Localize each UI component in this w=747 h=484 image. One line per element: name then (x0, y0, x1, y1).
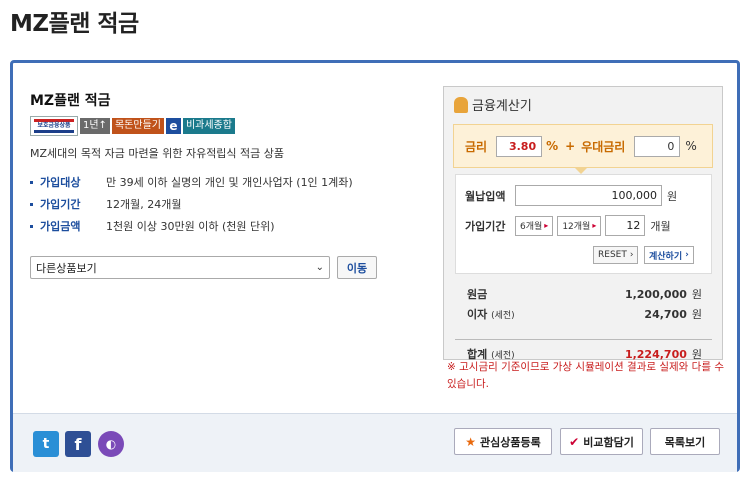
product-card: MZ플랜 적금 보호금융상품 1년↑ 목돈만들기 e 비과세종합 MZ세대의 목… (10, 60, 740, 472)
reset-button[interactable]: RESET › (593, 246, 639, 264)
type-tag: 목돈만들기 (111, 118, 164, 134)
interest-row: 이자 (세전) 24,700 원 (467, 308, 702, 321)
add-compare-button[interactable]: ✔ 비교함담기 (560, 428, 643, 455)
period-row: 가입기간 6개월 ▸ 12개월 ▸ 12 개월 (465, 215, 671, 236)
divider (455, 339, 712, 340)
facebook-icon[interactable]: f (65, 431, 91, 457)
page-title: MZ플랜 적금 (10, 11, 139, 37)
tax-tag: 비과세종합 (182, 118, 235, 134)
deposit-protection-badge: 보호금융상품 (30, 116, 78, 136)
other-products-row: 다른상품보기 ⌄ 이동 (30, 256, 377, 279)
info-item: 가입기간 12개월, 24개월 (30, 193, 353, 215)
info-item: 가입대상 만 39세 이하 실명의 개인 및 개인사업자 (1인 1계좌) (30, 171, 353, 193)
info-item: 가입금액 1천원 이상 30만원 이하 (천원 단위) (30, 215, 353, 237)
go-button[interactable]: 이동 (337, 256, 377, 279)
twitter-icon[interactable]: t (33, 431, 59, 457)
check-icon: ✔ (569, 434, 580, 449)
principal-row: 원금 1,200,000 원 (467, 288, 702, 301)
rate-label: 금리 (465, 139, 488, 154)
twelve-months-button[interactable]: 12개월 ▸ (557, 215, 602, 236)
kakaostory-icon[interactable]: ◐ (98, 431, 124, 457)
calculator-title: 금융계산기 (454, 95, 532, 114)
months-input[interactable]: 12 (605, 215, 646, 236)
star-icon: ★ (465, 434, 477, 449)
rate-input[interactable]: 3.80 (496, 135, 543, 157)
monthly-amount-input[interactable]: 100,000 (515, 185, 662, 206)
add-favorite-button[interactable]: ★ 관심상품등록 (454, 428, 552, 455)
bonus-rate-label: 우대금리 (581, 139, 626, 154)
rate-box: 금리 3.80 % + 우대금리 0 % (453, 124, 713, 168)
list-button[interactable]: 목록보기 (650, 428, 720, 455)
bonus-rate-input[interactable]: 0 (634, 135, 681, 157)
disclaimer-note: ※ 고시금리 기준이므로 가상 시뮬레이션 결과로 실제와 다를 수 있습니다. (447, 361, 724, 390)
financial-calculator: 금융계산기 금리 3.80 % + 우대금리 0 % 월납입액 100,000 … (443, 86, 723, 361)
calculate-button[interactable]: 계산하기 › (644, 246, 694, 264)
other-products-select[interactable]: 다른상품보기 ⌄ (30, 256, 330, 279)
six-months-button[interactable]: 6개월 ▸ (515, 215, 554, 236)
chevron-down-icon: ⌄ (315, 262, 324, 273)
monthly-row: 월납입액 100,000 원 (465, 185, 677, 206)
card-footer: t f ◐ ★ 관심상품등록 ✔ 비교함담기 목록보기 (13, 413, 737, 472)
product-name: MZ플랜 적금 (30, 93, 111, 109)
period-tag: 1년↑ (80, 118, 110, 134)
online-icon: e (165, 118, 181, 134)
calculator-input-panel: 월납입액 100,000 원 가입기간 6개월 ▸ 12개월 ▸ 12 개월 RES… (455, 174, 712, 274)
product-info-list: 가입대상 만 39세 이하 실명의 개인 및 개인사업자 (1인 1계좌) 가입기… (30, 171, 353, 237)
hand-icon (454, 96, 468, 113)
product-badges: 보호금융상품 1년↑ 목돈만들기 e 비과세종합 (30, 116, 235, 136)
product-description: MZ세대의 목적 자금 마련을 위한 자유적립식 적금 상품 (30, 147, 285, 160)
